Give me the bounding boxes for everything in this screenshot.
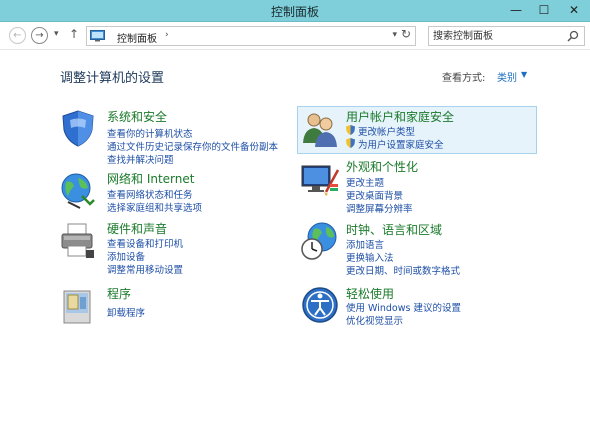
view-by-dropdown[interactable]: 类别 (497, 69, 517, 84)
control-panel-icon (90, 30, 105, 42)
category-title-system-security[interactable]: 系统和安全 (107, 108, 167, 125)
link-change-input-method[interactable]: 更换输入法 (346, 250, 394, 264)
link-optimize-visual-display[interactable]: 优化视觉显示 (346, 313, 403, 327)
link-network-status[interactable]: 查看网络状态和任务 (107, 187, 193, 201)
navigation-bar: ← → ▾ ↑ 控制面板 › ▾ ↻ (0, 22, 590, 50)
link-add-language[interactable]: 添加语言 (346, 237, 384, 251)
maximize-button[interactable]: ☐ (530, 0, 558, 20)
page-heading: 调整计算机的设置 (60, 71, 165, 86)
forward-button[interactable]: → (31, 27, 48, 44)
up-button[interactable]: ↑ (69, 27, 79, 41)
back-button[interactable]: ← (9, 27, 26, 44)
close-button[interactable]: ✕ (558, 0, 590, 20)
programs-box-icon (63, 290, 91, 324)
printer-icon (61, 223, 94, 258)
address-bar[interactable]: 控制面板 › ▾ (86, 26, 416, 46)
minimize-button[interactable]: — (502, 0, 530, 20)
view-by-label: 查看方式: (442, 73, 486, 84)
users-icon (303, 113, 337, 147)
clock-globe-icon (301, 222, 337, 260)
recent-locations-button[interactable]: ▾ (54, 29, 59, 39)
category-title-programs[interactable]: 程序 (107, 285, 131, 302)
monitor-paint-icon (301, 165, 340, 196)
link-add-device[interactable]: 添加设备 (107, 249, 145, 263)
breadcrumb-control-panel[interactable]: 控制面板 (117, 30, 157, 45)
ease-of-access-icon (302, 287, 338, 323)
link-homegroup-sharing[interactable]: 选择家庭组和共享选项 (107, 200, 202, 214)
link-desktop-background[interactable]: 更改桌面背景 (346, 188, 403, 202)
link-recommended-settings[interactable]: 使用 Windows 建议的设置 (346, 300, 461, 314)
search-box[interactable] (428, 26, 585, 46)
category-title-appearance[interactable]: 外观和个性化 (346, 158, 418, 175)
uac-shield-icon (346, 138, 355, 148)
category-title-user-accounts[interactable]: 用户帐户和家庭安全 (346, 108, 454, 125)
link-change-account-type[interactable]: 更改帐户类型 (358, 124, 415, 138)
link-troubleshoot[interactable]: 查找并解决问题 (107, 152, 174, 166)
uac-shield-icon (346, 125, 355, 135)
search-input[interactable] (433, 29, 563, 43)
link-screen-resolution[interactable]: 调整屏幕分辨率 (346, 201, 413, 215)
category-title-hardware-sound[interactable]: 硬件和声音 (107, 220, 167, 237)
category-title-clock-language-region[interactable]: 时钟、语言和区域 (346, 221, 442, 238)
link-change-theme[interactable]: 更改主题 (346, 175, 384, 189)
refresh-button[interactable]: ↻ (398, 27, 414, 43)
address-dropdown-button[interactable]: ▾ (392, 30, 397, 40)
link-mobility-settings[interactable]: 调整常用移动设置 (107, 262, 183, 276)
search-icon[interactable] (567, 30, 579, 42)
link-view-computer-status[interactable]: 查看你的计算机状态 (107, 126, 193, 140)
link-family-safety[interactable]: 为用户设置家庭安全 (358, 137, 444, 151)
title-bar: 控制面板 — ☐ ✕ (0, 0, 590, 22)
shield-security-icon (62, 110, 94, 147)
link-devices-printers[interactable]: 查看设备和打印机 (107, 236, 183, 250)
category-title-network-internet[interactable]: 网络和 Internet (107, 170, 194, 187)
breadcrumb-separator[interactable]: › (165, 30, 169, 40)
network-globe-icon (61, 173, 95, 209)
view-by-arrow-icon[interactable]: ▼ (521, 70, 527, 79)
link-date-time-format[interactable]: 更改日期、时间或数字格式 (346, 263, 460, 277)
link-file-history-backup[interactable]: 通过文件历史记录保存你的文件备份副本 (107, 139, 278, 153)
link-uninstall-program[interactable]: 卸载程序 (107, 305, 145, 319)
